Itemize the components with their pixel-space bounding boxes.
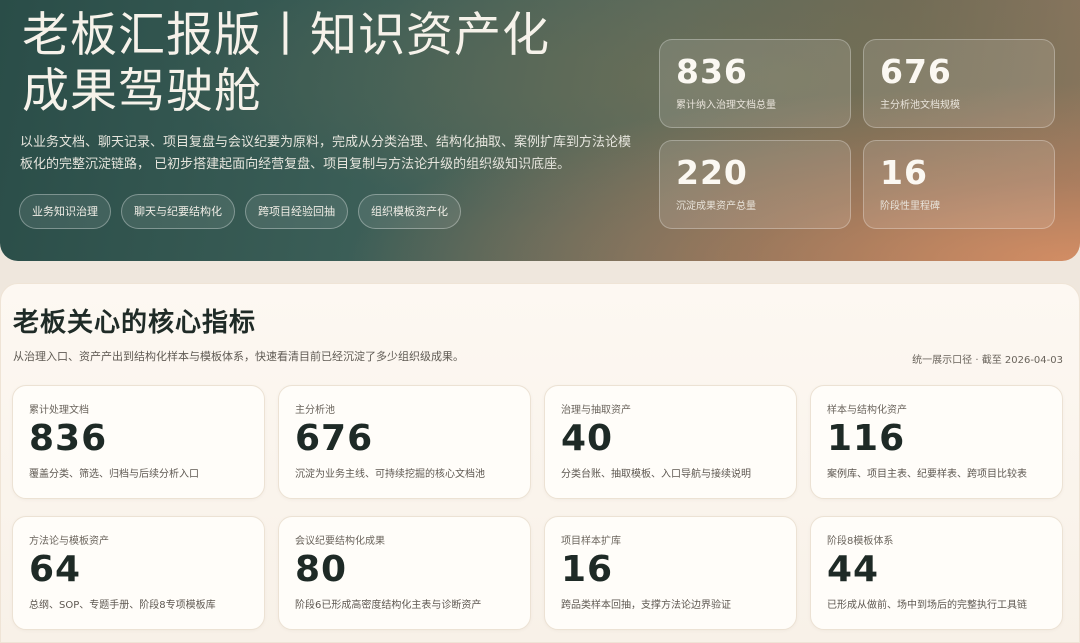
hero-title-line2: 成果驾驶舱: [22, 64, 262, 119]
metric-card: 样本与结构化资产 116 案例库、项目主表、纪要样表、跨项目比较表: [810, 385, 1063, 499]
metric-name: 方法论与模板资产: [29, 536, 109, 547]
section-meta: 统一展示口径 · 截至 2026-04-03: [912, 355, 1063, 366]
stat-label: 累计纳入治理文档总量: [676, 100, 776, 111]
hero-banner: 老板汇报版丨知识资产化 成果驾驶舱 以业务文档、聊天记录、项目复盘与会议纪要为原…: [0, 0, 1080, 261]
hero-title: 老板汇报版丨知识资产化 成果驾驶舱: [22, 8, 642, 120]
metric-description: 沉淀为业务主线、可持续挖掘的核心文档池: [295, 469, 485, 480]
core-metrics-panel: 老板关心的核心指标 从治理入口、资产产出到结构化样本与模板体系，快速看清目前已经…: [0, 283, 1080, 643]
metric-description: 已形成从做前、场中到场后的完整执行工具链: [827, 600, 1027, 611]
metric-value: 80: [295, 549, 348, 590]
tag-cross-project[interactable]: 跨项目经验回抽: [245, 194, 348, 229]
metric-card: 方法论与模板资产 64 总纲、SOP、专题手册、阶段8专项模板库: [12, 516, 265, 630]
metric-value: 40: [561, 418, 614, 459]
metric-description: 阶段6已形成高密度结构化主表与诊断资产: [295, 600, 482, 611]
stat-value: 836: [676, 52, 748, 91]
metric-value: 836: [29, 418, 108, 459]
metric-value: 64: [29, 549, 82, 590]
metric-name: 项目样本扩库: [561, 536, 621, 547]
hero-description: 以业务文档、聊天记录、项目复盘与会议纪要为原料，完成从分类治理、结构化抽取、案例…: [20, 135, 632, 172]
metric-card: 会议纪要结构化成果 80 阶段6已形成高密度结构化主表与诊断资产: [278, 516, 531, 630]
metric-grid: 累计处理文档 836 覆盖分类、筛选、归档与后续分析入口 主分析池 676 沉淀…: [12, 385, 1064, 630]
metric-name: 会议纪要结构化成果: [295, 536, 385, 547]
metric-card: 阶段8模板体系 44 已形成从做前、场中到场后的完整执行工具链: [810, 516, 1063, 630]
metric-name: 阶段8模板体系: [827, 536, 894, 547]
metric-description: 跨品类样本回抽，支撑方法论边界验证: [561, 600, 731, 611]
metric-value: 676: [295, 418, 374, 459]
metric-description: 案例库、项目主表、纪要样表、跨项目比较表: [827, 469, 1027, 480]
stat-card-main-pool: 676 主分析池文档规模: [863, 39, 1055, 128]
stat-label: 沉淀成果资产总量: [676, 201, 756, 212]
section-subtitle: 从治理入口、资产产出到结构化样本与模板体系，快速看清目前已经沉淀了多少组织级成果…: [13, 350, 464, 363]
stat-label: 阶段性里程碑: [880, 201, 940, 212]
hero-title-line1: 老板汇报版丨知识资产化: [22, 8, 550, 63]
stat-card-assets: 220 沉淀成果资产总量: [659, 140, 851, 229]
metric-description: 分类台账、抽取模板、入口导航与接续说明: [561, 469, 751, 480]
stat-value: 220: [676, 153, 748, 192]
metric-value: 44: [827, 549, 880, 590]
stat-label: 主分析池文档规模: [880, 100, 960, 111]
metric-name: 治理与抽取资产: [561, 405, 631, 416]
metric-name: 累计处理文档: [29, 405, 89, 416]
metric-name: 样本与结构化资产: [827, 405, 907, 416]
metric-card: 累计处理文档 836 覆盖分类、筛选、归档与后续分析入口: [12, 385, 265, 499]
stat-value: 676: [880, 52, 952, 91]
tag-business-knowledge[interactable]: 业务知识治理: [19, 194, 111, 229]
stat-card-total-docs: 836 累计纳入治理文档总量: [659, 39, 851, 128]
metric-value: 116: [827, 418, 906, 459]
metric-card: 主分析池 676 沉淀为业务主线、可持续挖掘的核心文档池: [278, 385, 531, 499]
metric-description: 覆盖分类、筛选、归档与后续分析入口: [29, 469, 199, 480]
hero-tag-list: 业务知识治理 聊天与纪要结构化 跨项目经验回抽 组织模板资产化: [19, 194, 461, 229]
stat-card-milestones: 16 阶段性里程碑: [863, 140, 1055, 229]
metric-card: 项目样本扩库 16 跨品类样本回抽，支撑方法论边界验证: [544, 516, 797, 630]
metric-value: 16: [561, 549, 614, 590]
hero-stat-grid: 836 累计纳入治理文档总量 676 主分析池文档规模 220 沉淀成果资产总量…: [659, 39, 1056, 229]
metric-card: 治理与抽取资产 40 分类台账、抽取模板、入口导航与接续说明: [544, 385, 797, 499]
metric-description: 总纲、SOP、专题手册、阶段8专项模板库: [29, 600, 216, 611]
tag-org-template[interactable]: 组织模板资产化: [358, 194, 461, 229]
tag-chat-minutes[interactable]: 聊天与纪要结构化: [121, 194, 235, 229]
stat-value: 16: [880, 153, 928, 192]
section-title: 老板关心的核心指标: [13, 308, 257, 338]
metric-name: 主分析池: [295, 405, 335, 416]
